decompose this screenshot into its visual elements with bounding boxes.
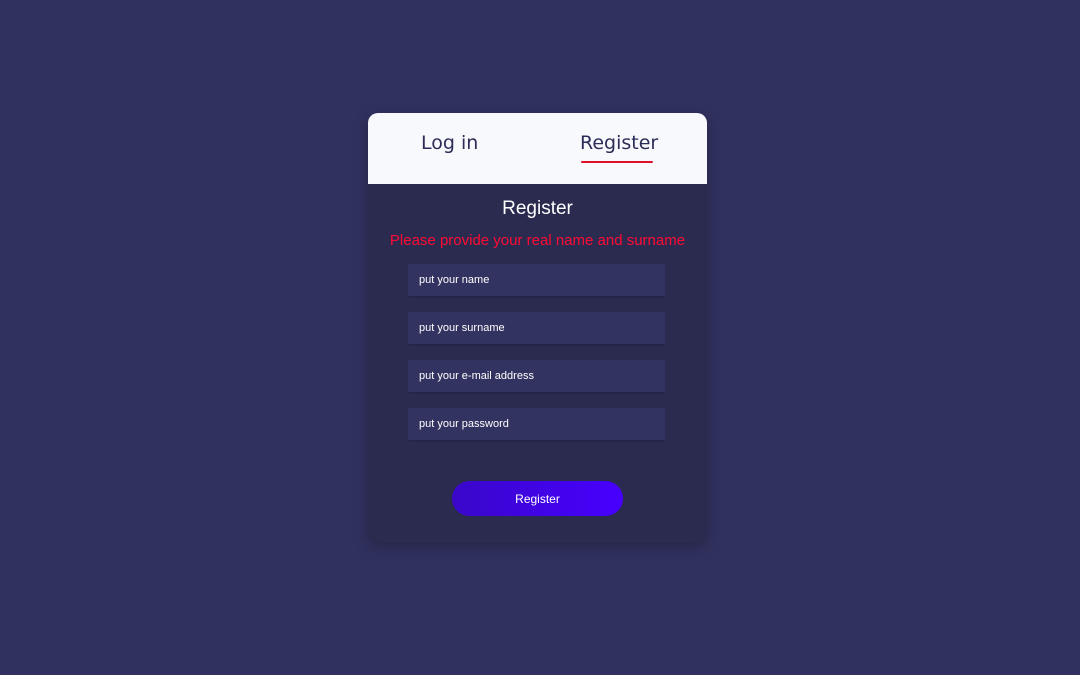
tab-register[interactable]: Register <box>580 130 658 156</box>
register-button[interactable]: Register <box>452 481 623 516</box>
form-title: Register <box>502 198 573 219</box>
email-input[interactable] <box>408 360 665 394</box>
page-background: Log in Register Register Please provide … <box>0 0 1080 675</box>
form-warning-message: Please provide your real name and surnam… <box>389 232 686 249</box>
password-input[interactable] <box>408 408 665 442</box>
tab-bar: Log in Register <box>368 113 707 184</box>
active-tab-indicator <box>581 161 653 163</box>
surname-input[interactable] <box>408 312 665 346</box>
tab-login[interactable]: Log in <box>421 130 478 156</box>
auth-card: Log in Register Register Please provide … <box>368 113 707 543</box>
name-input[interactable] <box>408 264 665 298</box>
